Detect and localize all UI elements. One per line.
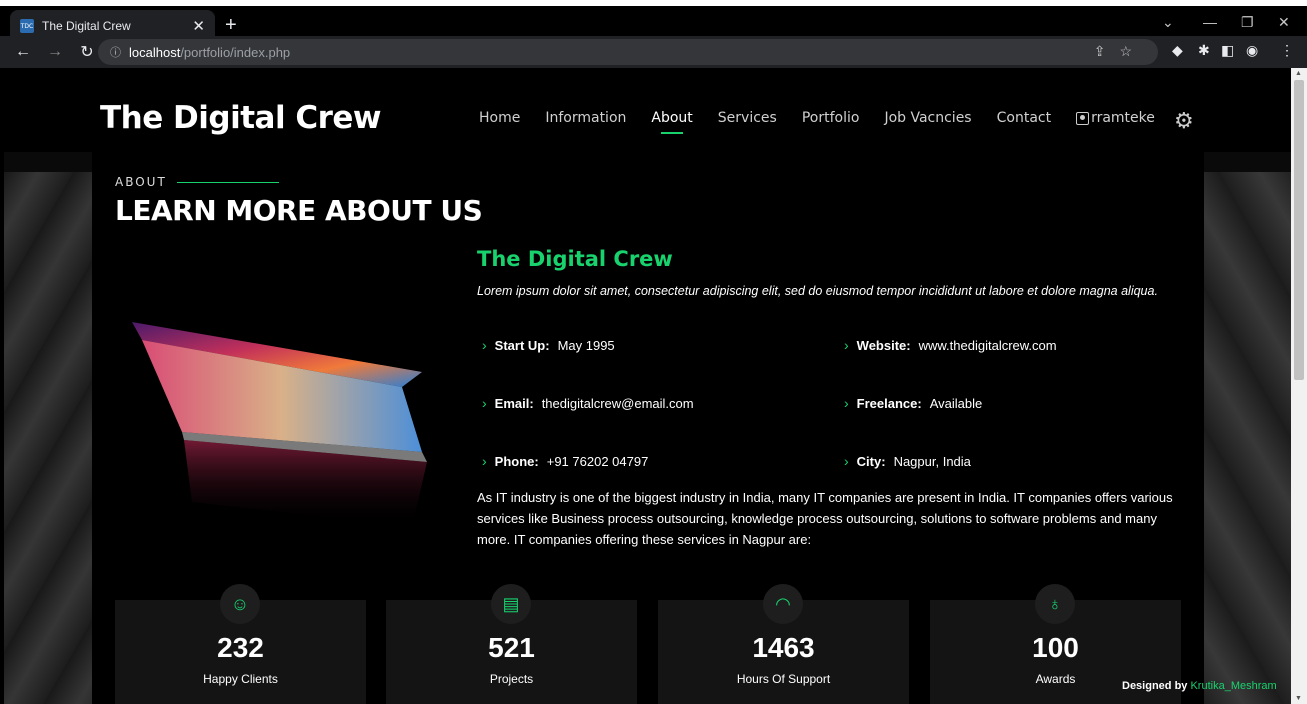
browser-tab-strip: TDC The Digital Crew ✕ + ⌄ — ❐ ✕ — [0, 0, 1307, 42]
stat-value: 232 — [217, 632, 264, 663]
stat-card: ▤ 521 Projects — [386, 584, 637, 704]
headset-icon: ◠ — [763, 584, 803, 624]
tab-search-icon[interactable]: ⌄ — [1162, 14, 1174, 31]
section-label-text: ABOUT — [115, 175, 167, 189]
nav-job-vacancies[interactable]: Job Vacncies — [884, 110, 971, 126]
nav-home[interactable]: Home — [479, 110, 520, 126]
nav-portfolio[interactable]: Portfolio — [802, 110, 860, 126]
chevron-right-icon: › — [482, 453, 487, 469]
section-title: LEARN MORE ABOUT US — [115, 194, 483, 227]
laptop-image — [132, 322, 427, 527]
stat-label: Projects — [489, 672, 534, 686]
chevron-right-icon: › — [844, 337, 849, 353]
credit-author-link[interactable]: Krutika_Meshram — [1190, 680, 1276, 692]
stat-value: 1463 — [752, 632, 815, 663]
minimize-button[interactable]: — — [1203, 14, 1217, 30]
section-label: ABOUT — [115, 175, 279, 189]
page-scrollbar[interactable]: ▲ ▼ — [1291, 68, 1307, 704]
stat-card: ☺ 232 Happy Clients — [115, 584, 366, 704]
fact-website: › Website: www.thedigitalcrew.com — [844, 337, 1057, 353]
about-section: ABOUT LEARN MORE ABOUT US The Digital Cr… — [92, 152, 1204, 704]
site-info-icon[interactable]: ⓘ — [110, 44, 121, 60]
profile-avatar-icon[interactable]: ◉ — [1246, 42, 1258, 59]
fact-phone: › Phone: +91 76202 04797 — [482, 453, 648, 469]
url-host: localhost — [129, 44, 181, 60]
reload-icon[interactable]: ↻ — [78, 42, 96, 62]
award-icon: ♁ — [1035, 584, 1075, 624]
side-panel-icon[interactable]: ◧ — [1221, 42, 1234, 59]
journal-icon: ▤ — [491, 584, 531, 624]
chevron-right-icon: › — [482, 395, 487, 411]
forward-arrow-icon[interactable]: → — [46, 43, 64, 61]
chevron-right-icon: › — [844, 453, 849, 469]
extensions-puzzle-icon[interactable]: ✱ — [1198, 42, 1210, 59]
new-tab-button[interactable]: + — [225, 14, 237, 37]
fact-label: City: — [856, 453, 886, 469]
site-header: The Digital Crew Home Information About … — [4, 68, 1291, 152]
extension-color-icon[interactable]: ◆ — [1172, 42, 1183, 59]
fact-label: Freelance: — [856, 395, 922, 411]
stat-label: Happy Clients — [203, 672, 278, 686]
fact-label: Email: — [494, 395, 534, 411]
section-label-line — [176, 181, 279, 183]
credit-prefix: Designed by — [1122, 680, 1188, 692]
nav-contact[interactable]: Contact — [997, 110, 1051, 126]
fact-freelance: › Freelance: Available — [844, 395, 982, 411]
about-paragraph: As IT industry is one of the biggest ind… — [477, 490, 1173, 547]
fact-value: Nagpur, India — [893, 453, 971, 469]
fact-value: Available — [929, 395, 983, 411]
user-icon — [1076, 111, 1090, 125]
back-arrow-icon[interactable]: ← — [14, 43, 32, 61]
fact-value: +91 76202 04797 — [546, 453, 649, 469]
restore-button[interactable]: ❐ — [1241, 14, 1254, 31]
scroll-up-arrow-icon[interactable]: ▲ — [1295, 70, 1302, 77]
chevron-right-icon: › — [844, 395, 849, 411]
url-path: /portfolio/index.php — [180, 44, 291, 60]
share-star-icons[interactable]: ⇪☆ — [1094, 43, 1146, 60]
background-texture-left — [4, 172, 92, 704]
url-input[interactable]: ⓘ localhost/portfolio/index.php ⇪☆ — [98, 39, 1158, 65]
favicon-icon: TDC — [20, 19, 34, 33]
nav-user[interactable]: rramteke — [1076, 110, 1155, 126]
fact-email: › Email: thedigitalcrew@email.com — [482, 395, 694, 411]
stat-card: ◠ 1463 Hours Of Support — [658, 584, 909, 704]
background-texture-right — [1203, 172, 1291, 704]
chevron-right-icon: › — [482, 337, 487, 353]
fact-label: Start Up: — [494, 337, 550, 353]
main-nav: Home Information About Services Portfoli… — [479, 110, 1180, 134]
web-page: The Digital Crew Home Information About … — [4, 68, 1291, 704]
company-heading: The Digital Crew — [477, 247, 673, 271]
fact-city: › City: Nagpur, India — [844, 453, 971, 469]
nav-information[interactable]: Information — [545, 110, 626, 126]
scroll-down-arrow-icon[interactable]: ▼ — [1295, 695, 1302, 702]
menu-kebab-icon[interactable]: ⋮ — [1280, 42, 1294, 59]
username: rramteke — [1091, 110, 1155, 126]
gear-icon[interactable]: ⚙ — [1174, 108, 1194, 134]
fact-value: thedigitalcrew@email.com — [541, 395, 694, 411]
stat-value: 521 — [488, 632, 535, 663]
site-logo[interactable]: The Digital Crew — [100, 100, 382, 136]
fact-startup: › Start Up: May 1995 — [482, 337, 615, 353]
nav-services[interactable]: Services — [718, 110, 777, 126]
address-bar-row: ← → ↻ ⓘ localhost/portfolio/index.php ⇪☆ — [0, 36, 1307, 68]
fact-label: Website: — [856, 337, 911, 353]
fact-label: Phone: — [494, 453, 539, 469]
nav-about[interactable]: About — [651, 110, 693, 134]
designer-credit: Designed by Krutika_Meshram — [1122, 680, 1277, 692]
fact-value: www.thedigitalcrew.com — [918, 337, 1057, 353]
stat-value: 100 — [1032, 632, 1079, 663]
fact-value: May 1995 — [557, 337, 615, 353]
tab-close-icon[interactable]: ✕ — [192, 17, 205, 35]
smile-icon: ☺ — [220, 584, 260, 624]
window-close-button[interactable]: ✕ — [1278, 14, 1290, 31]
tab-title: The Digital Crew — [42, 19, 131, 33]
scrollbar-thumb[interactable] — [1294, 80, 1304, 380]
lead-text: Lorem ipsum dolor sit amet, consectetur … — [477, 284, 1158, 298]
stat-label: Hours Of Support — [736, 672, 831, 686]
